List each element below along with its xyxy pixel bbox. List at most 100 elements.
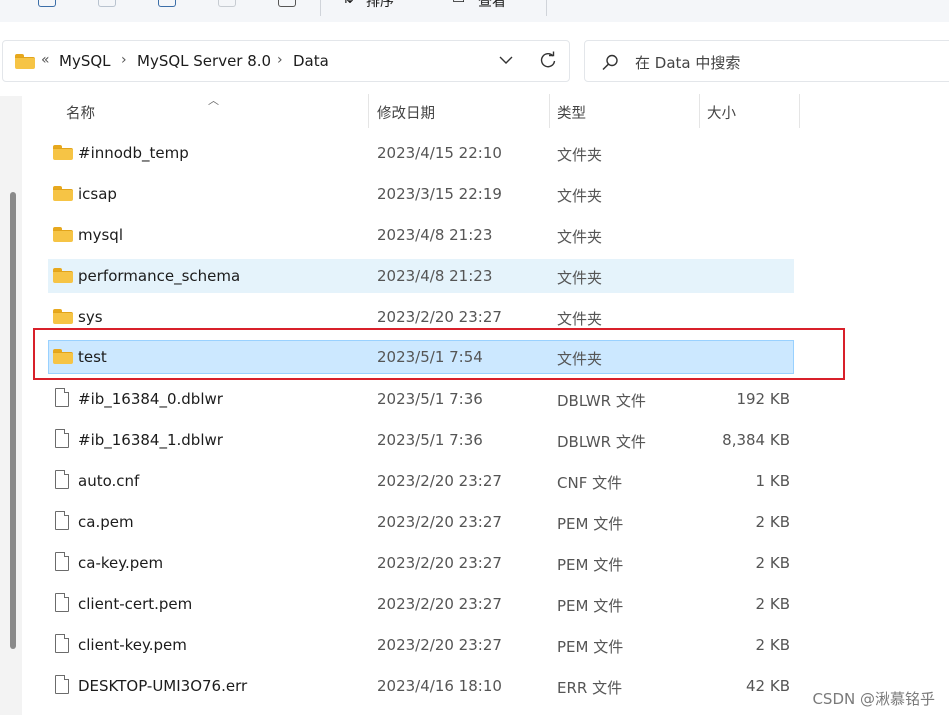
file-type: 文件夹 bbox=[557, 228, 603, 246]
column-divider[interactable] bbox=[699, 94, 700, 128]
column-header-name[interactable]: 名称 bbox=[66, 102, 95, 123]
rename-icon[interactable] bbox=[218, 0, 236, 7]
breadcrumb-data[interactable]: Data bbox=[293, 52, 329, 70]
file-type: DBLWR 文件 bbox=[557, 433, 646, 451]
file-date: 2023/4/8 21:23 bbox=[377, 226, 493, 244]
column-header-date[interactable]: 修改日期 bbox=[377, 102, 435, 123]
file-size: 1 KB bbox=[755, 472, 790, 490]
breadcrumb-mysql[interactable]: MySQL bbox=[59, 52, 111, 70]
file-size: 8,384 KB bbox=[722, 431, 790, 449]
file-icon bbox=[55, 634, 69, 653]
breadcrumb-overflow[interactable]: « bbox=[41, 52, 50, 68]
file-date: 2023/5/1 7:36 bbox=[377, 390, 483, 408]
list-item[interactable]: #innodb_temp 2023/4/15 22:10 文件夹 bbox=[48, 136, 794, 170]
sort-icon[interactable]: ⇅ bbox=[342, 0, 354, 7]
folder-icon bbox=[53, 145, 73, 160]
list-item[interactable]: icsap 2023/3/15 22:19 文件夹 bbox=[48, 177, 794, 211]
file-icon bbox=[55, 675, 69, 694]
chevron-right-icon[interactable]: › bbox=[121, 52, 127, 68]
file-name: auto.cnf bbox=[78, 472, 140, 490]
share-icon[interactable] bbox=[278, 0, 296, 7]
file-date: 2023/2/20 23:27 bbox=[377, 554, 502, 572]
new-icon[interactable] bbox=[38, 0, 56, 7]
copy-icon[interactable] bbox=[98, 0, 116, 7]
file-type: 文件夹 bbox=[557, 269, 603, 287]
list-item[interactable]: client-key.pem 2023/2/20 23:27 PEM 文件 2 … bbox=[48, 628, 794, 662]
column-header-type[interactable]: 类型 bbox=[557, 102, 586, 123]
file-date: 2023/3/15 22:19 bbox=[377, 185, 502, 203]
search-placeholder: 在 Data 中搜索 bbox=[635, 54, 741, 72]
file-type: PEM 文件 bbox=[557, 556, 624, 574]
file-size: 2 KB bbox=[755, 513, 790, 531]
file-size: 2 KB bbox=[755, 554, 790, 572]
folder-icon bbox=[53, 227, 73, 242]
list-item[interactable]: client-cert.pem 2023/2/20 23:27 PEM 文件 2… bbox=[48, 587, 794, 621]
file-date: 2023/5/1 7:36 bbox=[377, 431, 483, 449]
file-type: 文件夹 bbox=[557, 310, 603, 328]
file-icon bbox=[55, 552, 69, 571]
file-type: 文件夹 bbox=[557, 187, 603, 205]
list-item[interactable]: ca.pem 2023/2/20 23:27 PEM 文件 2 KB bbox=[48, 505, 794, 539]
breadcrumb-mysql-server[interactable]: MySQL Server 8.0 bbox=[137, 52, 271, 70]
file-type: PEM 文件 bbox=[557, 515, 624, 533]
file-icon bbox=[55, 511, 69, 530]
file-icon bbox=[55, 593, 69, 612]
chevron-right-icon[interactable]: › bbox=[277, 52, 283, 68]
folder-icon bbox=[53, 268, 73, 283]
file-name: #ib_16384_0.dblwr bbox=[78, 390, 223, 408]
file-type: CNF 文件 bbox=[557, 474, 623, 492]
file-name: performance_schema bbox=[78, 267, 241, 285]
file-type: ERR 文件 bbox=[557, 679, 623, 697]
file-date: 2023/4/8 21:23 bbox=[377, 267, 493, 285]
file-name: icsap bbox=[78, 185, 117, 203]
list-item[interactable]: performance_schema 2023/4/8 21:23 文件夹 bbox=[48, 259, 794, 293]
file-date: 2023/2/20 23:27 bbox=[377, 513, 502, 531]
file-name: #ib_16384_1.dblwr bbox=[78, 431, 223, 449]
column-divider[interactable] bbox=[368, 94, 369, 128]
column-divider[interactable] bbox=[799, 94, 800, 128]
file-name: client-key.pem bbox=[78, 636, 187, 654]
list-item[interactable]: auto.cnf 2023/2/20 23:27 CNF 文件 1 KB bbox=[48, 464, 794, 498]
list-item[interactable]: #ib_16384_0.dblwr 2023/5/1 7:36 DBLWR 文件… bbox=[48, 382, 794, 416]
search-icon bbox=[602, 54, 618, 71]
file-size: 2 KB bbox=[755, 595, 790, 613]
file-icon bbox=[55, 388, 69, 407]
file-type: PEM 文件 bbox=[557, 597, 624, 615]
file-date: 2023/2/20 23:27 bbox=[377, 472, 502, 490]
sort-ascending-icon: ︿ bbox=[208, 94, 219, 107]
view-icon[interactable]: ▭ bbox=[452, 0, 465, 7]
list-item[interactable]: #ib_16384_1.dblwr 2023/5/1 7:36 DBLWR 文件… bbox=[48, 423, 794, 457]
file-name: #innodb_temp bbox=[78, 144, 189, 162]
view-button[interactable]: 查看 bbox=[478, 0, 506, 11]
folder-icon bbox=[53, 309, 73, 324]
folder-icon bbox=[15, 54, 35, 69]
file-date: 2023/4/16 18:10 bbox=[377, 677, 502, 695]
file-icon bbox=[55, 429, 69, 448]
file-size: 192 KB bbox=[736, 390, 790, 408]
column-divider[interactable] bbox=[549, 94, 550, 128]
file-name: ca-key.pem bbox=[78, 554, 164, 572]
column-header-row: 名称 ︿ 修改日期 类型 大小 bbox=[30, 94, 810, 128]
file-type: PEM 文件 bbox=[557, 638, 624, 656]
list-item[interactable]: DESKTOP-UMI3O76.err 2023/4/16 18:10 ERR … bbox=[48, 669, 794, 703]
file-size: 42 KB bbox=[746, 677, 790, 695]
search-input[interactable]: 在 Data 中搜索 bbox=[584, 40, 949, 82]
refresh-icon[interactable] bbox=[539, 51, 557, 69]
watermark: CSDN @湫慕铭乎 bbox=[812, 690, 935, 708]
file-date: 2023/2/20 23:27 bbox=[377, 308, 502, 326]
toolbar-divider bbox=[546, 0, 547, 16]
chevron-down-icon[interactable] bbox=[499, 55, 513, 65]
file-name: sys bbox=[78, 308, 103, 326]
folder-icon bbox=[53, 186, 73, 201]
file-name: mysql bbox=[78, 226, 123, 244]
sort-button[interactable]: 排序 bbox=[366, 0, 394, 11]
annotation-highlight-box bbox=[33, 328, 845, 380]
toolbar-divider bbox=[320, 0, 321, 16]
list-item[interactable]: mysql 2023/4/8 21:23 文件夹 bbox=[48, 218, 794, 252]
nav-scrollbar-thumb[interactable] bbox=[10, 192, 16, 649]
list-item[interactable]: ca-key.pem 2023/2/20 23:27 PEM 文件 2 KB bbox=[48, 546, 794, 580]
paste-icon[interactable] bbox=[158, 0, 176, 7]
address-bar[interactable]: « MySQL › MySQL Server 8.0 › Data bbox=[2, 40, 570, 82]
file-type: DBLWR 文件 bbox=[557, 392, 646, 410]
column-header-size[interactable]: 大小 bbox=[707, 102, 736, 123]
